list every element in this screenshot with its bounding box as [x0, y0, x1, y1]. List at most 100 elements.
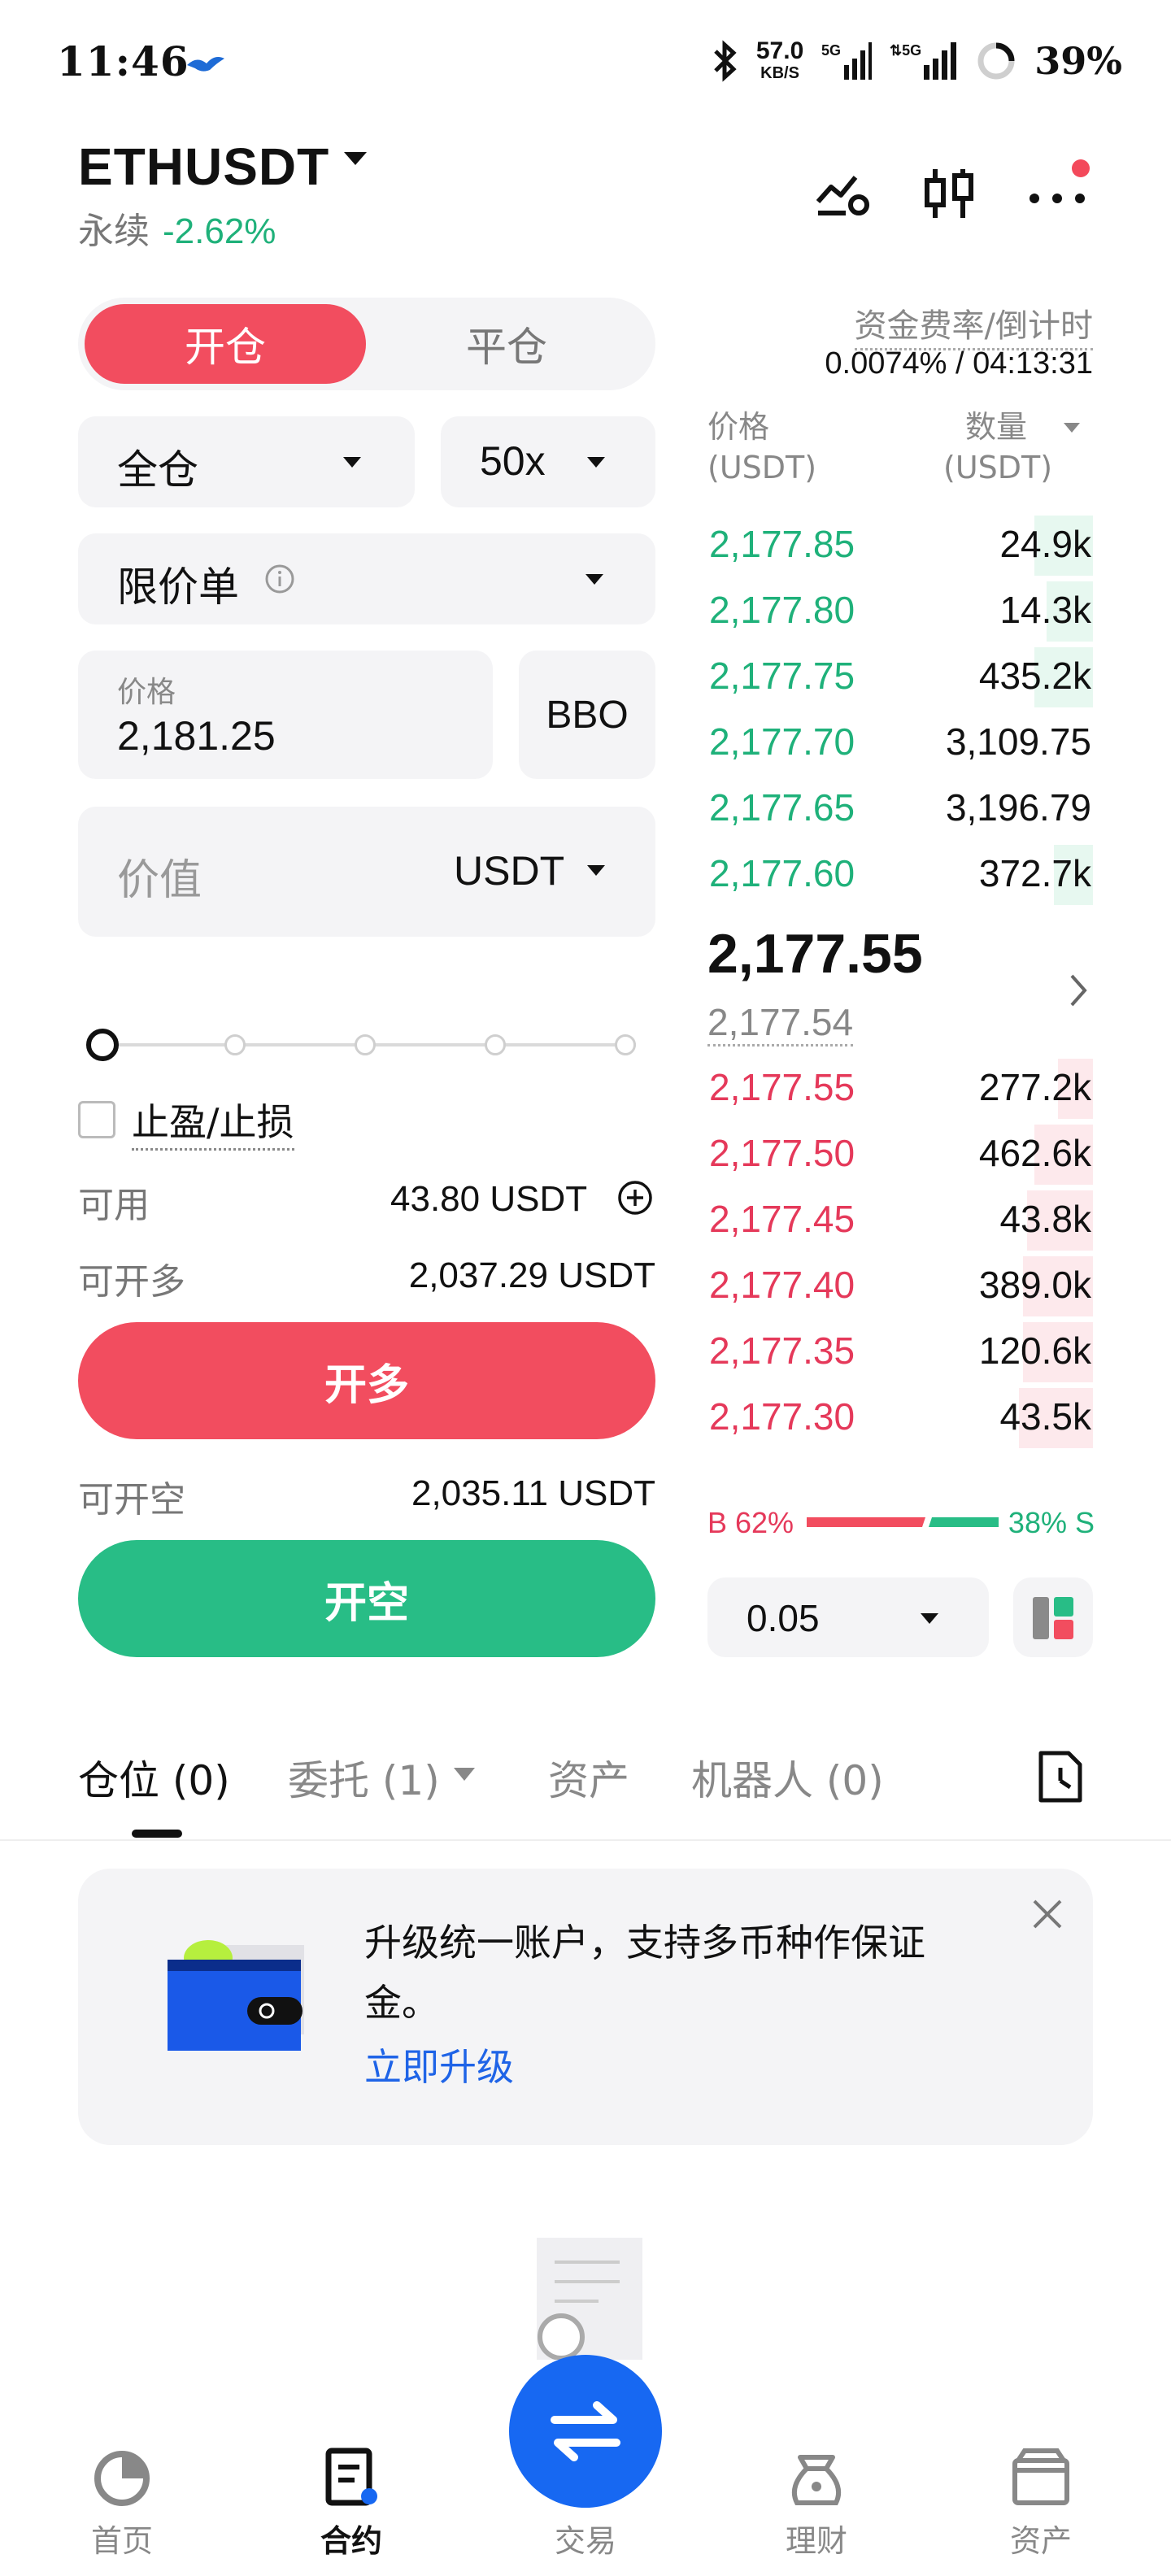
tp-sl-label[interactable]: 止盈/止损 [132, 1093, 294, 1151]
nav-earn[interactable]: 理财 [735, 2516, 898, 2561]
funding-label[interactable]: 资金费率/倒计时 [854, 299, 1093, 350]
mark-price[interactable]: 2,177.54 [707, 1000, 854, 1046]
tab-positions[interactable]: 仓位 (0) [78, 1748, 230, 1807]
chevron-right-icon[interactable] [1067, 973, 1090, 1008]
bid-price: 2,177.50 [709, 1132, 855, 1174]
tab-close-position[interactable]: 平仓 [366, 304, 647, 384]
info-icon[interactable] [263, 563, 296, 595]
bid-quantity: 462.6k [978, 1132, 1091, 1174]
sell-ratio-label: 38% S [1008, 1506, 1095, 1539]
price-input-value: 2,181.25 [117, 713, 276, 759]
bbo-button[interactable]: BBO [519, 651, 655, 779]
bid-price: 2,177.45 [709, 1198, 855, 1240]
value-input-placeholder: 价值 [117, 856, 202, 905]
leverage-value: 50x [480, 438, 546, 484]
ask-row[interactable]: 2,177.70 3,109.75 [704, 710, 1093, 775]
slider-stop-50[interactable] [355, 1034, 376, 1055]
chevron-down-icon [921, 1613, 938, 1624]
bid-price: 2,177.55 [709, 1066, 855, 1108]
open-short-button[interactable]: 开空 [78, 1540, 655, 1657]
assets-icon[interactable] [1008, 2446, 1073, 2511]
orderbook-qty-header[interactable]: 数量 (USDT) [943, 407, 1052, 488]
bid-row[interactable]: 2,177.35 120.6k [704, 1319, 1093, 1384]
slider-stop-75[interactable] [485, 1034, 506, 1055]
pair-subtitle: 永续 -2.62% [78, 202, 276, 254]
bid-row[interactable]: 2,177.50 462.6k [704, 1121, 1093, 1186]
ask-price: 2,177.70 [709, 720, 855, 763]
open-long-button[interactable]: 开多 [78, 1322, 655, 1439]
bid-quantity: 43.8k [999, 1198, 1091, 1240]
ask-row[interactable]: 2,177.85 24.9k [704, 512, 1093, 577]
ask-price: 2,177.65 [709, 786, 855, 829]
contract-type: 永续 [78, 211, 150, 252]
trade-fab-button[interactable] [509, 2355, 662, 2508]
slider-stop-25[interactable] [224, 1034, 246, 1055]
sell-ratio-fill [929, 1517, 999, 1527]
tab-assets[interactable]: 资产 [548, 1748, 629, 1807]
buy-sell-ratio-bar [807, 1517, 999, 1527]
orders-dropdown-icon[interactable] [452, 1766, 477, 1782]
buy-ratio-label: B 62% [707, 1506, 794, 1539]
banner-message: 升级统一账户，支持多币种作保证金。 [364, 1921, 925, 2025]
pair-selector[interactable]: ETHUSDT [78, 137, 368, 197]
ask-price: 2,177.60 [709, 852, 855, 894]
ask-row[interactable]: 2,177.75 435.2k [704, 644, 1093, 709]
qty-unit-dropdown-icon[interactable] [1062, 421, 1082, 434]
max-short-label: 可开空 [78, 1479, 185, 1521]
net-speed: 57.0 KB/S [755, 37, 804, 83]
bid-row[interactable]: 2,177.55 277.2k [704, 1055, 1093, 1120]
bid-quantity: 120.6k [978, 1329, 1091, 1372]
nav-assets[interactable]: 资产 [960, 2516, 1122, 2561]
bid-quantity: 277.2k [978, 1066, 1091, 1108]
tab-bots[interactable]: 机器人 (0) [691, 1748, 884, 1807]
upgrade-now-link[interactable]: 立即升级 [364, 2038, 514, 2091]
home-icon[interactable] [89, 2446, 155, 2511]
price-input[interactable]: 价格 2,181.25 [78, 651, 493, 779]
value-unit-select[interactable]: USDT [454, 847, 564, 894]
tp-sl-checkbox[interactable] [78, 1101, 115, 1138]
chevron-down-icon [343, 457, 361, 468]
ask-quantity: 24.9k [999, 523, 1091, 565]
price-step-value: 0.05 [747, 1597, 820, 1639]
add-funds-icon[interactable] [616, 1179, 654, 1216]
ask-row[interactable]: 2,177.60 372.7k [704, 842, 1093, 907]
last-price[interactable]: 2,177.55 [707, 922, 923, 986]
bid-row[interactable]: 2,177.40 389.0k [704, 1253, 1093, 1318]
slider-stop-100[interactable] [615, 1034, 636, 1055]
tab-orders[interactable]: 委托 (1) [288, 1748, 440, 1807]
tab-open-position[interactable]: 开仓 [85, 304, 366, 384]
ask-row[interactable]: 2,177.65 3,196.79 [704, 776, 1093, 841]
nav-home[interactable]: 首页 [41, 2516, 203, 2561]
bid-row[interactable]: 2,177.45 43.8k [704, 1187, 1093, 1252]
orderbook-layout-button[interactable] [1013, 1577, 1093, 1657]
indicator-icon[interactable] [813, 163, 875, 224]
history-icon[interactable] [1036, 1748, 1085, 1805]
svg-text:⇅5G: ⇅5G [890, 42, 921, 59]
wallet-illustration-icon [168, 1940, 304, 2051]
active-tab-indicator [132, 1830, 182, 1838]
margin-mode-select[interactable]: 全仓 [78, 416, 415, 507]
bid-row[interactable]: 2,177.30 43.5k [704, 1385, 1093, 1450]
nav-contracts[interactable]: 合约 [270, 2516, 433, 2561]
nav-trade[interactable]: 交易 [504, 2516, 667, 2561]
value-input[interactable]: 价值 USDT [78, 807, 655, 937]
ask-quantity: 3,196.79 [945, 786, 1091, 829]
ask-row[interactable]: 2,177.80 14.3k [704, 578, 1093, 643]
notification-dot [1072, 159, 1090, 177]
leverage-select[interactable]: 50x [441, 416, 655, 507]
pair-dropdown-icon [344, 152, 368, 165]
pair-name: ETHUSDT [78, 137, 330, 196]
notification-bird-icon [187, 57, 224, 72]
close-icon[interactable] [1031, 1898, 1064, 1930]
contracts-icon[interactable] [319, 2446, 384, 2511]
bid-price: 2,177.35 [709, 1329, 855, 1372]
chevron-down-icon [587, 865, 605, 876]
candlestick-chart-icon[interactable] [919, 163, 981, 224]
empty-state-illustration [537, 2238, 642, 2360]
ask-quantity: 3,109.75 [945, 720, 1091, 763]
earn-icon[interactable] [784, 2446, 849, 2511]
slider-handle[interactable] [86, 1029, 119, 1061]
bluetooth-icon [714, 40, 737, 82]
order-type-select[interactable]: 限价单 [78, 533, 655, 624]
battery-percent: 39% [1034, 39, 1122, 83]
